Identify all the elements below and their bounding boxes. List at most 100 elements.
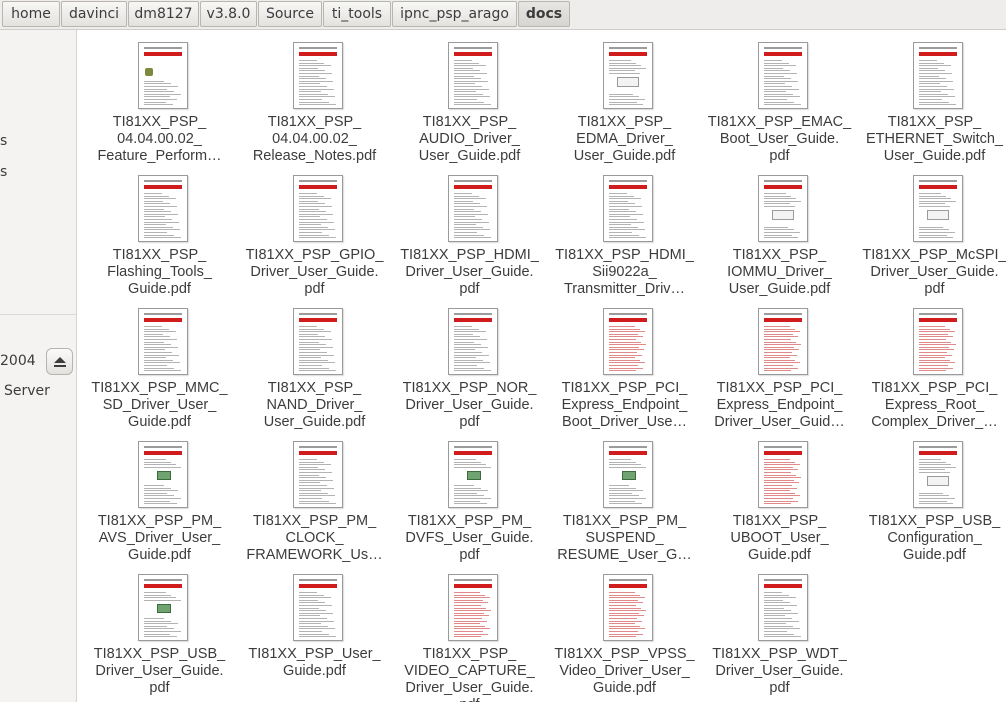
eject-button[interactable]: [46, 348, 73, 375]
file-item[interactable]: TI81XX_PSP_HDMI_ Driver_User_Guide. pdf: [392, 165, 547, 297]
file-name-line: Flashing_Tools_: [107, 264, 212, 280]
file-name-line: TI81XX_PSP_: [887, 114, 982, 130]
file-item[interactable]: TI81XX_PSP_PCI_ Express_Endpoint_ Driver_U…: [702, 298, 857, 430]
file-item[interactable]: TI81XX_PSP_NOR_ Driver_User_Guide. pdf: [392, 298, 547, 430]
file-name-line: Transmitter_Driv…: [563, 281, 686, 297]
sidebar-item-server[interactable]: Server: [4, 383, 50, 399]
crumb-dm8127[interactable]: dm8127: [128, 1, 199, 27]
file-item[interactable]: TI81XX_PSP_MMC_ SD_Driver_User_ Guide.pdf: [82, 298, 237, 430]
pdf-thumbnail-icon: [603, 441, 653, 508]
file-item[interactable]: TI81XX_PSP_User_ Guide.pdf: [237, 564, 392, 696]
sidebar-item-2[interactable]: s: [0, 164, 7, 180]
file-item[interactable]: TI81XX_PSP_ 04.04.00.02_ Feature_Perform…: [82, 32, 237, 164]
pdf-thumbnail-icon: [448, 42, 498, 109]
file-item[interactable]: TI81XX_PSP_ VIDEO_CAPTURE_ Driver_User_Gui…: [392, 564, 547, 702]
file-item[interactable]: TI81XX_PSP_PM_ AVS_Driver_User_ Guide.pdf: [82, 431, 237, 563]
file-item[interactable]: TI81XX_PSP_ Flashing_Tools_ Guide.pdf: [82, 165, 237, 297]
sidebar-divider: [0, 314, 76, 315]
crumb-v380[interactable]: v3.8.0: [200, 1, 257, 27]
file-name-label: TI81XX_PSP_PCI_ Express_Endpoint_ Boot_Dri…: [547, 380, 702, 431]
file-name-line: TI81XX_PSP_PM_: [562, 513, 687, 529]
pdf-thumbnail-icon: [758, 574, 808, 641]
pdf-thumbnail-icon: [913, 42, 963, 109]
file-name-label: TI81XX_PSP_ 04.04.00.02_ Release_Notes.pdf: [237, 114, 392, 165]
file-item[interactable]: TI81XX_PSP_ EDMA_Driver_ User_Guide.pdf: [547, 32, 702, 164]
file-item[interactable]: TI81XX_PSP_ 04.04.00.02_ Release_Notes.pdf: [237, 32, 392, 164]
file-item[interactable]: TI81XX_PSP_PCI_ Express_Root_ Complex_Driv…: [857, 298, 1006, 430]
file-item[interactable]: TI81XX_PSP_PM_ DVFS_User_Guide. pdf: [392, 431, 547, 563]
pdf-thumbnail-icon: [293, 42, 343, 109]
file-name-line: TI81XX_PSP_HDMI_: [555, 247, 694, 263]
file-name-line: IOMMU_Driver_: [727, 264, 832, 280]
file-name-line: TI81XX_PSP_: [267, 114, 362, 130]
file-item[interactable]: TI81XX_PSP_ AUDIO_Driver_ User_Guide.pdf: [392, 32, 547, 164]
file-name-label: TI81XX_PSP_WDT_ Driver_User_Guide. pdf: [702, 646, 857, 697]
file-name-label: TI81XX_PSP_ AUDIO_Driver_ User_Guide.pdf: [392, 114, 547, 165]
file-item[interactable]: TI81XX_PSP_USB_ Driver_User_Guide. pdf: [82, 564, 237, 696]
file-name-line: TI81XX_PSP_McSPI_: [862, 247, 1006, 263]
file-item[interactable]: TI81XX_PSP_PM_ CLOCK_ FRAMEWORK_Us…: [237, 431, 392, 563]
file-name-line: TI81XX_PSP_NOR_: [402, 380, 537, 396]
file-item[interactable]: TI81XX_PSP_USB_ Configuration_ Guide.pdf: [857, 431, 1006, 563]
crumb-ti-tools[interactable]: ti_tools: [323, 1, 391, 27]
file-item[interactable]: TI81XX_PSP_VPSS_ Video_Driver_User_ Guide.…: [547, 564, 702, 696]
file-name-line: NAND_Driver_: [266, 397, 363, 413]
file-name-label: TI81XX_PSP_ Flashing_Tools_ Guide.pdf: [82, 247, 237, 298]
pdf-thumbnail-icon: [603, 308, 653, 375]
file-item[interactable]: TI81XX_PSP_WDT_ Driver_User_Guide. pdf: [702, 564, 857, 696]
pdf-thumbnail-icon: [448, 308, 498, 375]
file-name-label: TI81XX_PSP_ UBOOT_User_ Guide.pdf: [702, 513, 857, 564]
file-name-line: TI81XX_PSP_: [732, 513, 827, 529]
file-name-line: TI81XX_PSP_: [112, 247, 207, 263]
sidebar-item-device[interactable]: 2004: [0, 353, 36, 369]
file-name-line: FRAMEWORK_Us…: [246, 547, 383, 563]
file-item[interactable]: TI81XX_PSP_ NAND_Driver_ User_Guide.pdf: [237, 298, 392, 430]
file-name-line: User_Guide.pdf: [728, 281, 831, 297]
file-item[interactable]: TI81XX_PSP_GPIO_ Driver_User_Guide. pdf: [237, 165, 392, 297]
pdf-thumbnail-icon: [913, 175, 963, 242]
file-name-label: TI81XX_PSP_MMC_ SD_Driver_User_ Guide.pdf: [82, 380, 237, 431]
pdf-thumbnail-icon: [758, 308, 808, 375]
file-name-line: AVS_Driver_User_: [98, 530, 221, 546]
file-name-label: TI81XX_PSP_USB_ Configuration_ Guide.pdf: [857, 513, 1006, 564]
file-item[interactable]: TI81XX_PSP_EMAC_ Boot_User_Guide. pdf: [702, 32, 857, 164]
file-name-line: RESUME_User_G…: [557, 547, 692, 563]
pdf-thumbnail-icon: [758, 175, 808, 242]
file-name-line: TI81XX_PSP_PM_: [252, 513, 377, 529]
file-name-line: pdf: [459, 414, 480, 430]
file-item[interactable]: TI81XX_PSP_McSPI_ Driver_User_Guide. pdf: [857, 165, 1006, 297]
crumb-docs[interactable]: docs: [518, 1, 570, 27]
file-name-line: Guide.pdf: [903, 547, 966, 563]
crumb-davinci[interactable]: davinci: [61, 1, 127, 27]
file-name-line: Driver_User_Guid…: [714, 414, 845, 430]
file-item[interactable]: TI81XX_PSP_ UBOOT_User_ Guide.pdf: [702, 431, 857, 563]
file-name-label: TI81XX_PSP_HDMI_ Sii9022a_ Transmitter_Dri…: [547, 247, 702, 298]
crumb-source[interactable]: Source: [258, 1, 322, 27]
file-name-line: Complex_Driver_…: [871, 414, 998, 430]
crumb-home[interactable]: home: [2, 1, 60, 27]
file-name-line: TI81XX_PSP_PM_: [97, 513, 222, 529]
file-name-line: SD_Driver_User_: [102, 397, 217, 413]
file-name-line: TI81XX_PSP_HDMI_: [400, 247, 539, 263]
file-name-label: TI81XX_PSP_User_ Guide.pdf: [237, 646, 392, 680]
file-item[interactable]: TI81XX_PSP_ ETHERNET_Switch_ User_Guide.pd…: [857, 32, 1006, 164]
file-name-line: TI81XX_PSP_GPIO_: [245, 247, 384, 263]
file-item[interactable]: TI81XX_PSP_PM_ SUSPEND_ RESUME_User_G…: [547, 431, 702, 563]
crumb-ipnc-psp-arago[interactable]: ipnc_psp_arago: [392, 1, 517, 27]
pdf-thumbnail-icon: [603, 175, 653, 242]
file-name-label: TI81XX_PSP_PM_ SUSPEND_ RESUME_User_G…: [547, 513, 702, 564]
file-name-line: VIDEO_CAPTURE_: [404, 663, 535, 679]
file-name-line: TI81XX_PSP_WDT_: [712, 646, 847, 662]
file-name-line: Guide.pdf: [128, 547, 191, 563]
pdf-thumbnail-icon: [603, 574, 653, 641]
file-item[interactable]: TI81XX_PSP_HDMI_ Sii9022a_ Transmitter_Dri…: [547, 165, 702, 297]
pdf-thumbnail-icon: [138, 574, 188, 641]
file-name-line: DVFS_User_Guide.: [405, 530, 534, 546]
file-name-label: TI81XX_PSP_PCI_ Express_Root_ Complex_Driv…: [857, 380, 1006, 431]
sidebar-item-1[interactable]: s: [0, 133, 7, 149]
file-name-line: Feature_Perform…: [97, 148, 222, 164]
file-item[interactable]: TI81XX_PSP_ IOMMU_Driver_ User_Guide.pdf: [702, 165, 857, 297]
file-name-line: pdf: [392, 697, 547, 702]
file-name-line: Guide.pdf: [128, 281, 191, 297]
file-item[interactable]: TI81XX_PSP_PCI_ Express_Endpoint_ Boot_Dri…: [547, 298, 702, 430]
